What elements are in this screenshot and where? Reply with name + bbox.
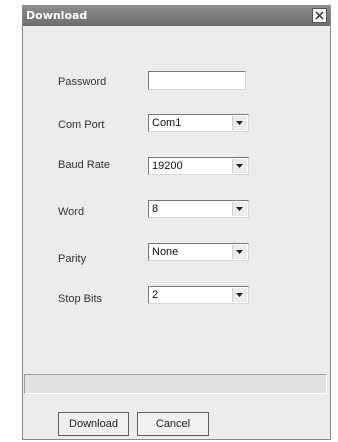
- cancel-button[interactable]: Cancel: [137, 412, 209, 436]
- password-field[interactable]: [148, 71, 246, 90]
- chevron-down-icon: [236, 250, 243, 254]
- status-bar: [24, 374, 327, 394]
- com-port-label: Com Port: [58, 119, 105, 131]
- word-dropdown-button[interactable]: [232, 202, 247, 216]
- stop-bits-value: 2: [152, 289, 159, 301]
- word-label: Word: [58, 206, 85, 218]
- chevron-down-icon: [236, 207, 243, 211]
- parity-label: Parity: [58, 253, 87, 265]
- baud-rate-value: 19200: [152, 160, 183, 172]
- chevron-down-icon: [236, 293, 243, 297]
- close-icon: [315, 11, 324, 20]
- chevron-down-icon: [236, 121, 243, 125]
- com-port-select[interactable]: Com1: [148, 114, 249, 132]
- word-select[interactable]: 8: [148, 200, 249, 218]
- parity-value: None: [152, 246, 179, 258]
- parity-dropdown-button[interactable]: [232, 245, 247, 259]
- baud-rate-dropdown-button[interactable]: [232, 159, 247, 173]
- chevron-down-icon: [236, 164, 243, 168]
- download-dialog: Download Password Com Port Com1 Baud Rat…: [22, 5, 331, 440]
- baud-rate-select[interactable]: 19200: [148, 157, 249, 175]
- word-value: 8: [152, 203, 159, 215]
- baud-rate-label: Baud Rate: [58, 159, 110, 171]
- close-button[interactable]: [312, 8, 327, 23]
- download-button[interactable]: Download: [58, 412, 129, 436]
- com-port-value: Com1: [152, 117, 182, 129]
- stop-bits-label: Stop Bits: [58, 293, 103, 305]
- stop-bits-select[interactable]: 2: [148, 286, 249, 304]
- stop-bits-dropdown-button[interactable]: [232, 288, 247, 302]
- com-port-dropdown-button[interactable]: [232, 116, 247, 130]
- title-bar[interactable]: Download: [23, 6, 330, 26]
- password-label: Password: [58, 76, 107, 88]
- parity-select[interactable]: None: [148, 243, 249, 261]
- window-title: Download: [26, 9, 88, 22]
